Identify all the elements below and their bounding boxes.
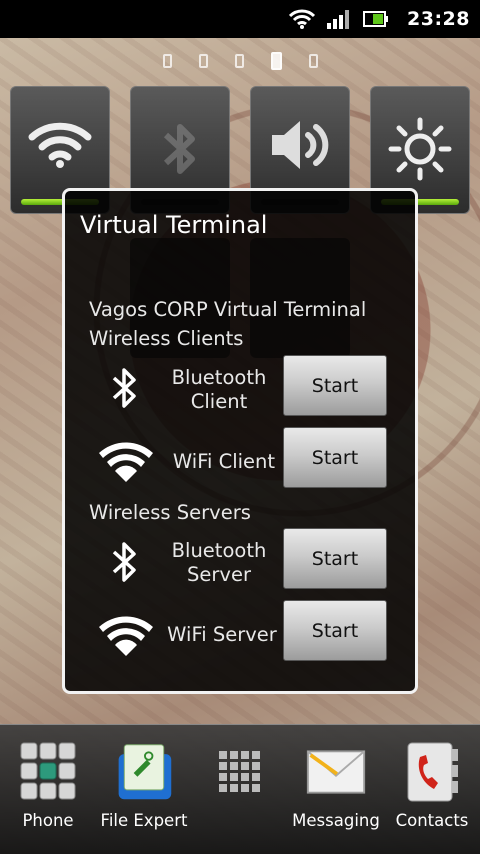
label-line: Server [187, 563, 251, 586]
dock-phone[interactable]: Phone [0, 741, 96, 830]
label-line: Bluetooth [171, 366, 267, 389]
app-dock: Phone File Expert Messaging Contacts [0, 724, 480, 854]
dock-contacts[interactable]: Contacts [384, 741, 480, 830]
dock-file-expert[interactable]: File Expert [96, 741, 192, 830]
wifi-icon [93, 435, 159, 485]
page-dot[interactable] [308, 54, 318, 68]
dock-label: Messaging [292, 811, 380, 830]
clients-heading: Wireless Clients [89, 327, 244, 350]
dock-label: Contacts [395, 811, 469, 830]
bluetooth-icon [101, 537, 149, 587]
start-bluetooth-server-button[interactable]: Start [283, 528, 387, 589]
dock-label: File Expert [100, 811, 188, 830]
dock-app-drawer[interactable] [192, 741, 288, 803]
contacts-book-icon [401, 741, 463, 803]
envelope-icon [305, 741, 367, 803]
start-bluetooth-client-button[interactable]: Start [283, 355, 387, 416]
page-dot-active[interactable] [270, 52, 282, 70]
page-dot[interactable] [162, 54, 172, 68]
wifi-icon [93, 609, 159, 659]
bluetooth-server-label: Bluetooth Server [159, 539, 279, 587]
start-wifi-client-button[interactable]: Start [283, 427, 387, 488]
label-line: Bluetooth [171, 539, 267, 562]
bluetooth-client-label: Bluetooth Client [159, 366, 279, 414]
app-grid-icon [209, 741, 271, 803]
terminal-heading: Vagos CORP Virtual Terminal [89, 298, 367, 321]
start-wifi-server-button[interactable]: Start [283, 600, 387, 661]
signal-icon [327, 9, 351, 29]
phone-keypad-icon [17, 741, 79, 803]
dock-messaging[interactable]: Messaging [288, 741, 384, 830]
wifi-client-label: WiFi Client [172, 450, 276, 473]
battery-icon [363, 10, 389, 28]
virtual-terminal-dialog: Virtual Terminal Vagos CORP Virtual Term… [62, 188, 418, 694]
wifi-server-label: WiFi Server [167, 623, 277, 646]
label-line: Client [190, 390, 248, 413]
file-expert-icon [113, 741, 175, 803]
page-dot[interactable] [234, 54, 244, 68]
bluetooth-icon [101, 363, 149, 413]
page-indicator [0, 52, 480, 70]
dialog-title: Virtual Terminal [80, 211, 268, 239]
dock-label: Phone [22, 811, 74, 830]
servers-heading: Wireless Servers [89, 501, 251, 524]
wifi-icon [289, 9, 316, 29]
page-dot[interactable] [198, 54, 208, 68]
status-bar: 23:28 [0, 0, 480, 38]
clock: 23:28 [407, 8, 470, 30]
